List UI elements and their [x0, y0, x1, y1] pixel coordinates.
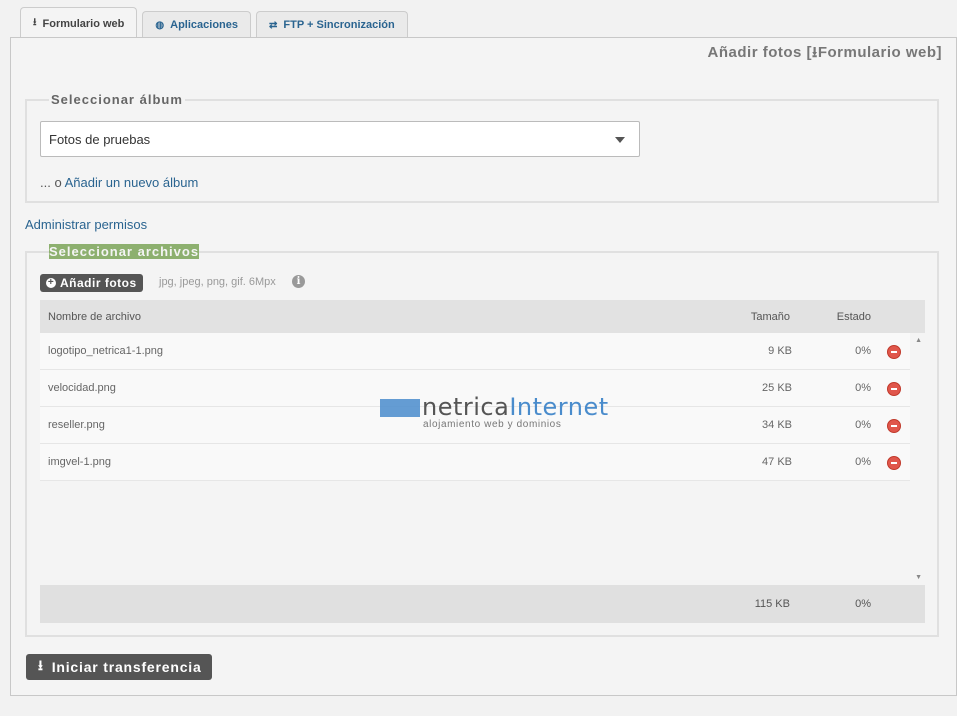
file-name: logotipo_netrica1-1.png — [48, 345, 163, 357]
file-state: 0% — [855, 419, 871, 431]
add-album-prefix: ... o — [40, 175, 62, 190]
upload-icon: ⭳ — [38, 657, 44, 673]
add-photos-button[interactable]: + Añadir fotos — [40, 274, 143, 292]
plus-circle-icon: + — [46, 277, 56, 288]
album-fieldset: Seleccionar álbum Fotos de pruebas ... o… — [25, 92, 939, 203]
logo-text: netricaInternet — [422, 393, 609, 421]
file-size: 47 KB — [762, 456, 792, 468]
sync-arrows-icon: ⇄ — [269, 19, 278, 31]
globe-icon: ◍ — [155, 19, 165, 31]
remove-icon[interactable] — [887, 456, 901, 470]
tab-formulario-web[interactable]: ⭳ Formulario web — [20, 7, 138, 39]
file-state: 0% — [855, 345, 871, 357]
tab-label: Formulario web — [42, 17, 125, 30]
total-size: 115 KB — [754, 598, 790, 610]
file-name: imgvel-1.png — [48, 456, 111, 468]
page-title: Añadir fotos [⭳Formulario web] — [708, 42, 942, 67]
album-select[interactable]: Fotos de pruebas — [40, 121, 640, 157]
table-body[interactable]: logotipo_netrica1-1.png 9 KB 0% velocida… — [40, 333, 925, 585]
album-select-value: Fotos de pruebas — [49, 132, 151, 147]
column-header-name: Nombre de archivo — [48, 310, 141, 323]
scroll-down-arrow-icon[interactable]: ▼ — [915, 574, 922, 581]
tab-aplicaciones[interactable]: ◍ Aplicaciones — [142, 11, 251, 38]
column-header-size: Tamaño — [750, 310, 790, 323]
total-state: 0% — [855, 598, 871, 610]
chevron-down-icon — [615, 137, 625, 143]
column-header-state: Estado — [836, 310, 871, 323]
tab-label: FTP + Sincronización — [283, 19, 395, 31]
table-header: Nombre de archivo Tamaño Estado — [40, 300, 925, 333]
tab-bar: ⭳ Formulario web ◍ Aplicaciones ⇄ FTP + … — [20, 6, 408, 39]
table-row: logotipo_netrica1-1.png 9 KB 0% — [40, 333, 910, 370]
add-album-link[interactable]: Añadir un nuevo álbum — [65, 175, 199, 190]
file-name: velocidad.png — [48, 382, 116, 394]
main-panel: Añadir fotos [⭳Formulario web] Seleccion… — [10, 37, 957, 696]
add-album-row: ... o Añadir un nuevo álbum — [40, 175, 198, 190]
logo-brand-a: netrica — [422, 393, 510, 421]
file-size: 9 KB — [768, 345, 792, 357]
file-size: 34 KB — [762, 419, 792, 431]
start-transfer-label: Iniciar transferencia — [51, 659, 202, 675]
tab-label: Aplicaciones — [170, 19, 238, 31]
file-state: 0% — [855, 382, 871, 394]
table-footer: 115 KB 0% — [40, 585, 925, 623]
page-title-suffix: Formulario web] — [817, 44, 942, 61]
remove-icon[interactable] — [887, 382, 901, 396]
file-state: 0% — [855, 456, 871, 468]
files-fieldset: Seleccionar archivos + Añadir fotos jpg,… — [25, 244, 939, 637]
file-size: 25 KB — [762, 382, 792, 394]
logo-tagline: alojamiento web y dominios — [423, 419, 562, 430]
table-row: imgvel-1.png 47 KB 0% — [40, 444, 910, 481]
file-types-hint: jpg, jpeg, png, gif. 6Mpx — [159, 276, 276, 288]
file-name: reseller.png — [48, 419, 105, 431]
remove-icon[interactable] — [887, 345, 901, 359]
file-table: Nombre de archivo Tamaño Estado logotipo… — [40, 300, 925, 623]
manage-permissions-link[interactable]: Administrar permisos — [25, 217, 147, 232]
start-transfer-button[interactable]: ⭳ Iniciar transferencia — [26, 654, 212, 680]
album-legend: Seleccionar álbum — [49, 92, 185, 107]
page-title-prefix: Añadir fotos [ — [707, 44, 813, 61]
info-icon[interactable]: i — [292, 275, 305, 288]
scroll-up-arrow-icon[interactable]: ▲ — [915, 337, 922, 344]
add-photos-label: Añadir fotos — [60, 276, 137, 290]
logo-block-icon — [380, 399, 420, 417]
logo-brand-b: Internet — [509, 393, 609, 421]
remove-icon[interactable] — [887, 419, 901, 433]
upload-icon: ⭳ — [33, 17, 37, 28]
files-legend: Seleccionar archivos — [49, 244, 200, 259]
netrica-logo-watermark: netricaInternet alojamiento web y domini… — [380, 393, 620, 433]
tab-ftp-sincronizacion[interactable]: ⇄ FTP + Sincronización — [256, 11, 408, 38]
